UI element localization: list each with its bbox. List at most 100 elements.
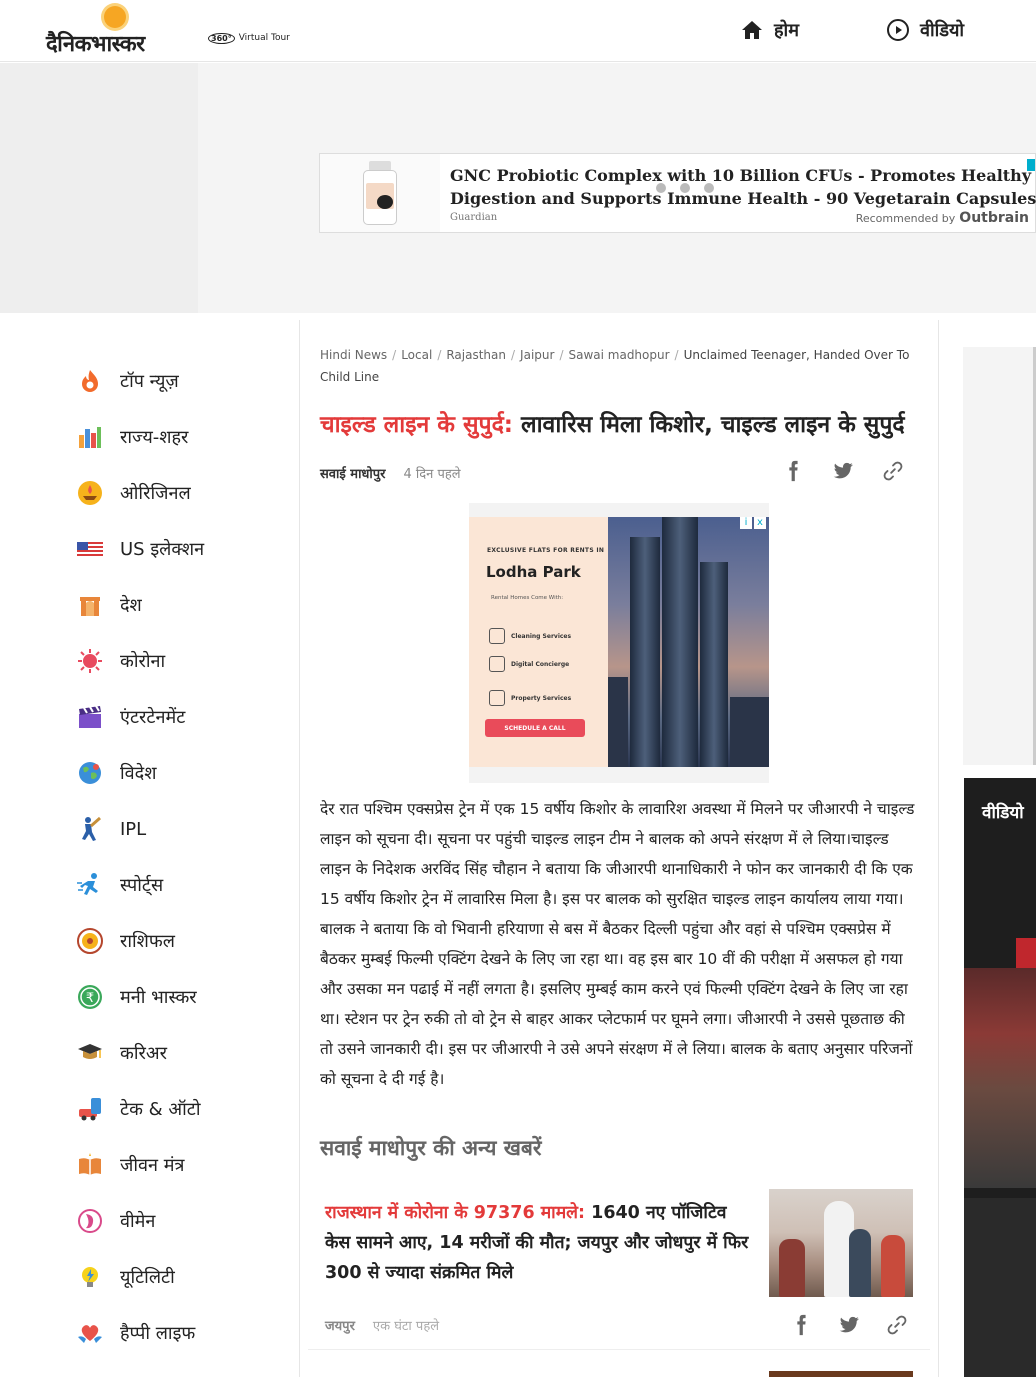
breadcrumb: Hindi News / Local / Rajasthan / Jaipur / Sawai … (320, 348, 910, 384)
related-news-location[interactable]: जयपुर (325, 1316, 355, 1334)
recommended-label: Recommended by (855, 211, 956, 225)
sidebar-item-top-news[interactable]: टॉप न्यूज़ (76, 364, 179, 398)
tech-auto-icon (76, 1095, 104, 1123)
sidebar-item-label: IPL (120, 818, 147, 840)
globe-icon (76, 759, 104, 787)
related-share-bar (790, 1314, 908, 1336)
nav-video-label: वीडियो (920, 20, 965, 41)
sidebar-item-utility[interactable]: यूटिलिटी (76, 1260, 175, 1294)
sidebar-item-money-bhaskar[interactable]: ₹ मनी भास्कर (76, 980, 197, 1014)
article-kicker: चाइल्ड लाइन के सुपुर्द: (320, 412, 513, 438)
related-news-kicker: राजस्थान में कोरोना के 97376 मामले: (325, 1203, 586, 1223)
virtual-tour-badge[interactable]: 360° Virtual Tour (204, 28, 292, 48)
sidebar-item-ipl[interactable]: IPL (76, 812, 146, 846)
article-title: चाइल्ड लाइन के सुपुर्द: लावारिस मिला किश… (320, 408, 920, 442)
cleaning-icon (489, 628, 505, 644)
ad-close-icon[interactable]: x (754, 517, 766, 529)
ad-choices-icon[interactable] (1027, 159, 1035, 171)
sidebar-item-state-city[interactable]: राज्य-शहर (76, 420, 188, 454)
sidebar-item-career[interactable]: करिअर (76, 1036, 167, 1070)
sidebar-item-women[interactable]: वीमेन (76, 1204, 155, 1238)
sidebar-item-label: वीमेन (120, 1211, 156, 1232)
ad-text-panel: EXCLUSIVE FLATS FOR RENTS IN Lodha Park … (469, 517, 608, 767)
breadcrumb-link[interactable]: Jaipur (520, 348, 554, 362)
sidebar-item-sports[interactable]: स्पोर्ट्स (76, 868, 163, 902)
clapperboard-icon (76, 703, 104, 731)
sidebar-item-happy-life[interactable]: हैप्पी लाइफ (76, 1316, 195, 1350)
breadcrumb-link[interactable]: Rajasthan (446, 348, 506, 362)
cricket-icon (76, 815, 104, 843)
facebook-icon[interactable] (790, 1314, 812, 1336)
sidebar-item-label: देश (120, 595, 142, 616)
sidebar-item-original[interactable]: ओरिजिनल (76, 476, 191, 510)
ad-source: Guardian (450, 212, 498, 223)
copy-link-icon[interactable] (882, 460, 904, 482)
breadcrumb-link[interactable]: Hindi News (320, 348, 387, 362)
right-rail-video-widget[interactable]: वीडियो (964, 778, 1036, 1377)
ad-feature: Cleaning Services (489, 628, 571, 644)
breadcrumb-link[interactable]: Sawai madhopur (568, 348, 669, 362)
breadcrumb-link[interactable]: Local (401, 348, 432, 362)
twitter-icon[interactable] (832, 460, 854, 482)
ad-feature: Property Services (489, 690, 571, 706)
ad-brand: Lodha Park (486, 563, 581, 581)
sidebar-item-corona[interactable]: कोरोना (76, 644, 165, 678)
outbrain-attribution[interactable]: Recommended by Outbrain (856, 210, 1029, 226)
video-thumbnail[interactable] (964, 968, 1036, 1188)
ad-headline[interactable]: GNC Probiotic Complex with 10 Billion CF… (450, 164, 1036, 210)
sidebar-item-label: यूटिलिटी (120, 1267, 175, 1288)
sidebar-item-country[interactable]: देश (76, 588, 142, 622)
sidebar-item-horoscope[interactable]: राशिफल (76, 924, 175, 958)
book-icon (76, 1151, 104, 1179)
schedule-call-button[interactable]: SCHEDULE A CALL (485, 719, 585, 737)
sidebar-item-label: विदेश (120, 763, 157, 784)
women-icon (76, 1207, 104, 1235)
sidebar-item-tech-auto[interactable]: टेक & ऑटो (76, 1092, 201, 1126)
outbrain-logo: Outbrain (959, 210, 1029, 226)
ad-feature-label: Property Services (511, 694, 572, 702)
article-location[interactable]: सवाई माधोपुर (320, 464, 386, 482)
nav-video[interactable]: वीडियो (886, 18, 964, 42)
graduation-cap-icon (76, 1039, 104, 1067)
diya-icon (76, 479, 104, 507)
related-news-thumbnail[interactable] (769, 1189, 913, 1297)
india-gate-icon (76, 591, 104, 619)
video-list (964, 1198, 1036, 1377)
facebook-icon[interactable] (782, 460, 804, 482)
related-news-card[interactable]: राजस्थान में कोरोना के 97376 मामले: 1640… (308, 1170, 930, 1350)
nav-home[interactable]: होम (740, 18, 799, 42)
article-timestamp: 4 दिन पहले (403, 467, 461, 482)
sidebar-item-label: स्पोर्ट्स (120, 875, 164, 896)
ad-product-image[interactable] (320, 154, 440, 232)
runner-icon (76, 871, 104, 899)
sidebar-item-jeevan-mantra[interactable]: जीवन मंत्र (76, 1148, 184, 1182)
article-headline: लावारिस मिला किशोर, चाइल्ड लाइन के सुपुर… (512, 412, 905, 438)
ad-placeholder (0, 63, 198, 313)
outbrain-widget[interactable]: GNC Probiotic Complex with 10 Billion CF… (319, 153, 1036, 233)
ad-feature: Digital Concierge (489, 656, 569, 672)
us-flag-icon (76, 535, 104, 563)
home-icon (742, 21, 762, 39)
sidebar-item-label: टेक & ऑटो (120, 1099, 201, 1120)
site-logo[interactable]: दैनिकभास्कर (46, 6, 186, 57)
ad-info-icon[interactable]: i (740, 517, 752, 529)
play-circle-icon (887, 19, 909, 41)
article-display-ad[interactable]: EXCLUSIVE FLATS FOR RENTS IN Lodha Park … (469, 503, 769, 783)
related-news-title[interactable]: राजस्थान में कोरोना के 97376 मामले: 1640… (325, 1198, 755, 1288)
sidebar-item-label: एंटरटेनमेंट (120, 707, 186, 728)
sidebar-item-world[interactable]: विदेश (76, 756, 156, 790)
flame-icon (76, 367, 104, 395)
related-news-timestamp: एक घंटा पहले (372, 1319, 440, 1334)
next-news-thumbnail[interactable] (769, 1371, 913, 1377)
ad-building-image (608, 517, 769, 767)
related-news-meta: जयपुर एक घंटा पहले (325, 1316, 439, 1334)
twitter-icon[interactable] (838, 1314, 860, 1336)
copy-link-icon[interactable] (886, 1314, 908, 1336)
rupee-icon: ₹ (76, 983, 104, 1011)
sidebar-item-label: टॉप न्यूज़ (120, 371, 179, 392)
sidebar-item-label: ओरिजिनल (120, 483, 191, 504)
ad-feature-label: Cleaning Services (511, 632, 572, 640)
sidebar-item-entertainment[interactable]: एंटरटेनमेंट (76, 700, 185, 734)
sidebar-item-us-election[interactable]: US इलेक्शन (76, 532, 204, 566)
bulb-icon (76, 1263, 104, 1291)
